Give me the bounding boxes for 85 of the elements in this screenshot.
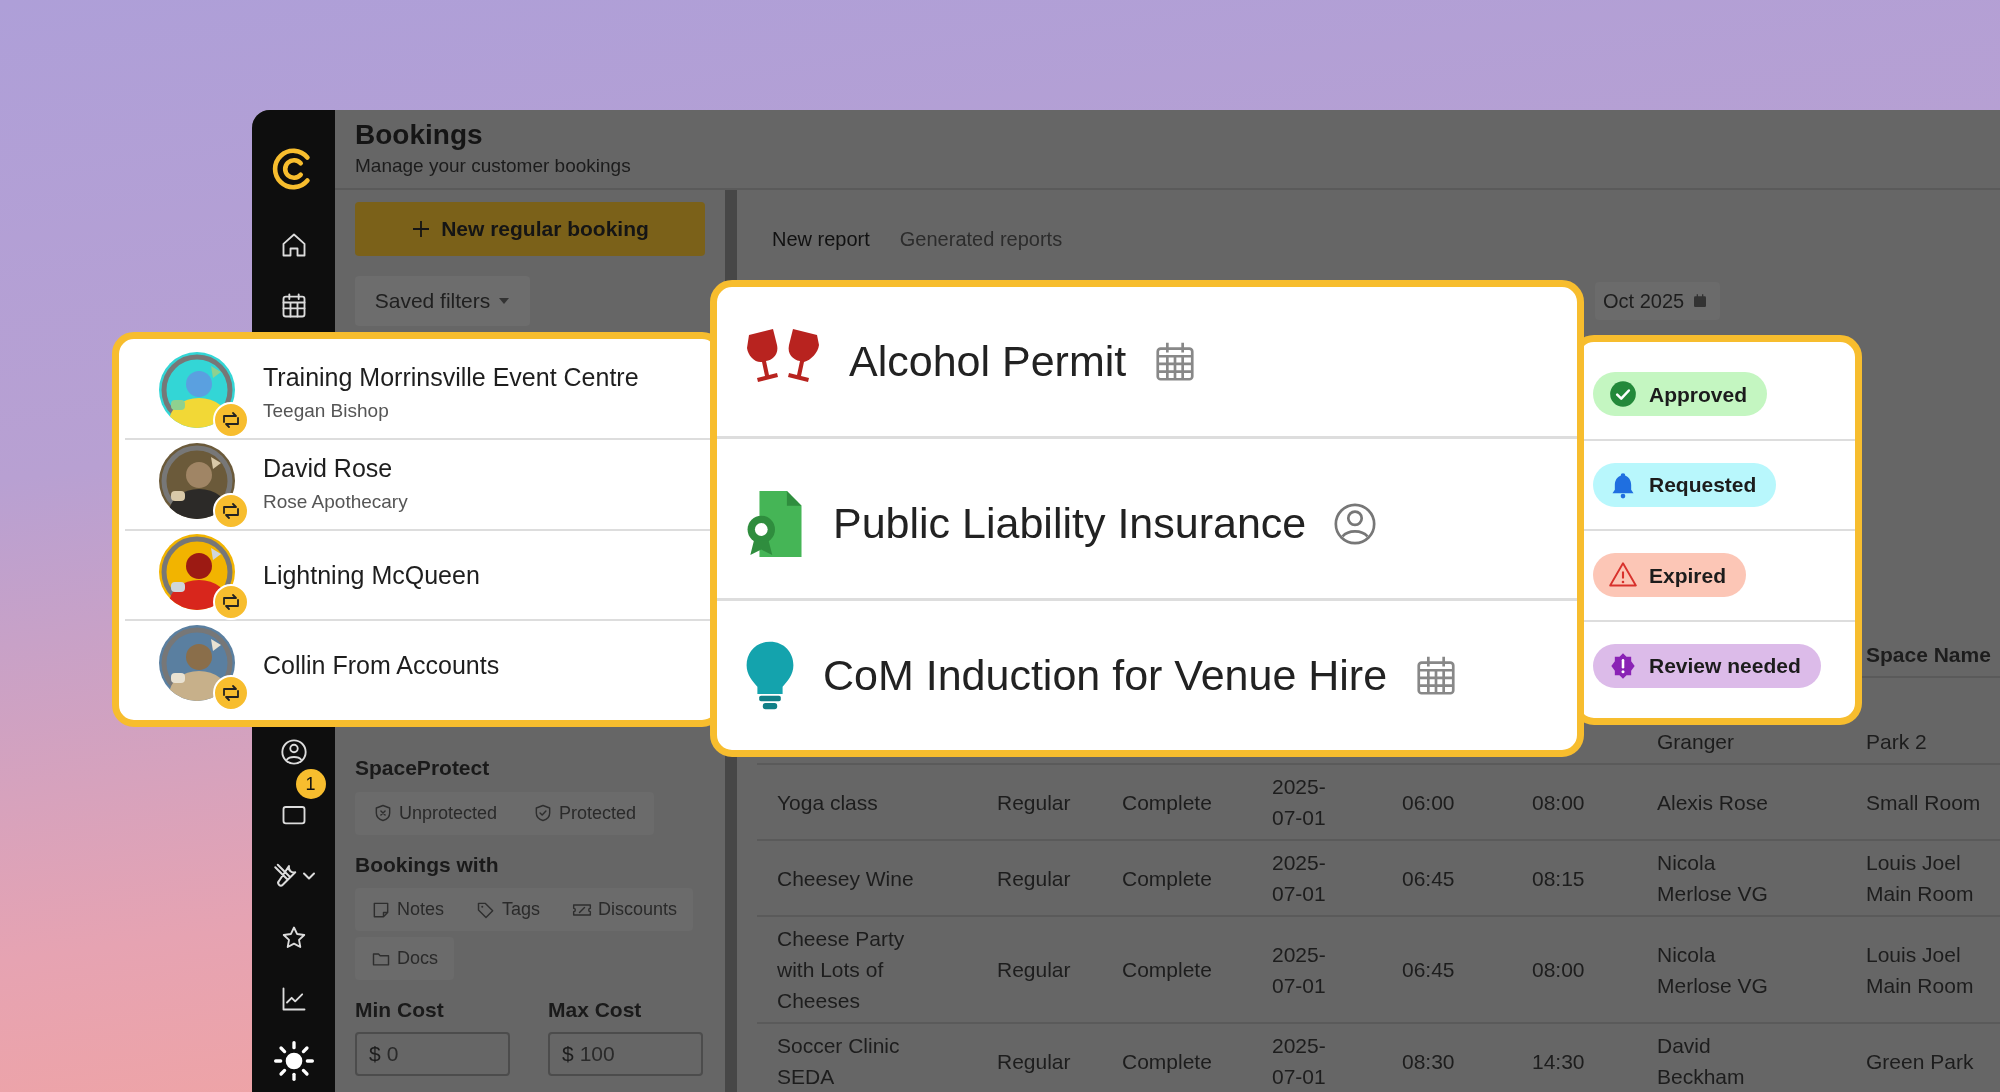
cost-field[interactable]: $ 0	[355, 1031, 510, 1076]
report-tab[interactable]: Generated reports	[899, 220, 1063, 259]
requirement-title: Public Liability Insurance	[833, 498, 1307, 550]
notification-badge: 1	[295, 769, 326, 800]
table-cell-text: Complete	[1122, 1048, 1212, 1075]
section-label: SpaceProtect	[355, 755, 491, 782]
filter-option[interactable]: Unprotected	[355, 791, 516, 835]
check-circle-icon	[1609, 380, 1637, 409]
table-cell-text: Louis Joel Main Room	[1866, 850, 1975, 908]
table-cell-text: Complete	[1122, 865, 1212, 892]
new-booking-button[interactable]: New regular booking	[355, 202, 705, 257]
table-cell-text: 2025-07-01	[1272, 774, 1327, 832]
currency-symbol: $	[369, 1040, 381, 1067]
table-cell-text: Complete	[1122, 957, 1212, 984]
requirement-title: Alcohol Permit	[849, 336, 1127, 388]
contact-subtitle: Teegan Bishop	[263, 399, 390, 424]
contact-name: Collin From Accounts	[263, 650, 500, 682]
alert-badge-icon	[1609, 651, 1637, 680]
table-cell-text: 08:15	[1532, 865, 1585, 892]
filter-option[interactable]: Protected	[515, 791, 655, 835]
repeat-icon	[213, 402, 249, 439]
requirement-title: CoM Induction for Venue Hire	[823, 650, 1388, 702]
cost-input[interactable]: 100	[579, 1037, 680, 1070]
table-cell-text: Green Park	[1866, 1048, 1974, 1075]
repeat-icon	[213, 674, 249, 711]
table-cell-text: Regular	[997, 1048, 1071, 1075]
repeat-icon	[213, 583, 249, 620]
report-tab[interactable]: New report	[772, 220, 870, 259]
contact-name: Training Morrinsville Event Centre	[263, 361, 639, 393]
page-subtitle: Manage your customer bookings	[355, 153, 632, 178]
filter-option[interactable]: Tags	[460, 888, 557, 932]
contact-name: David Rose	[263, 452, 394, 484]
table-cell-text: 2025-07-01	[1272, 941, 1327, 999]
table-cell-text: 2025-07-01	[1272, 850, 1327, 908]
currency-symbol: $	[562, 1040, 574, 1067]
section-label: Bookings with	[355, 851, 500, 878]
calendar-icon	[1692, 293, 1709, 310]
table-cell-text: Granger	[1657, 729, 1735, 756]
table-cell-text: Soccer Clinic SEDA	[777, 1033, 901, 1091]
date-value: Oct 2025	[1603, 289, 1685, 315]
filter-option[interactable]: Docs	[355, 937, 454, 981]
table-cell-text: Complete	[1122, 789, 1212, 816]
user-circle-icon[interactable]	[279, 738, 308, 767]
table-cell-text: Regular	[997, 957, 1071, 984]
table-cell-text: David Beckham	[1657, 1033, 1746, 1091]
field-label: Min Cost	[355, 997, 445, 1024]
filter-option[interactable]: Discounts	[556, 888, 694, 932]
caret-icon	[498, 297, 511, 306]
page-title: Bookings	[355, 118, 484, 152]
table-cell-text: Regular	[997, 789, 1071, 816]
status-badge: Review needed	[1593, 643, 1821, 688]
date-field[interactable]: Oct 2025	[1595, 282, 1720, 321]
column-header: Space Name	[1866, 643, 1991, 667]
filter-option[interactable]: Notes	[355, 888, 461, 932]
plus-icon	[411, 219, 432, 240]
table-cell-text: Cheesey Wine	[777, 865, 914, 892]
sun-icon[interactable]	[273, 1041, 314, 1082]
field-label: Max Cost	[548, 997, 643, 1024]
table-cell-text: 08:00	[1532, 957, 1585, 984]
table-cell-text: 08:30	[1402, 1048, 1455, 1075]
table-cell-text: 06:45	[1402, 865, 1455, 892]
table-cell-text: 06:00	[1402, 789, 1455, 816]
shield-x-icon	[373, 803, 393, 824]
cost-input[interactable]: 0	[386, 1037, 487, 1070]
table-cell-text: Nicola Merlose VG	[1657, 941, 1769, 999]
saved-filters-dropdown[interactable]: Saved filters	[355, 276, 530, 327]
table-cell-text: Regular	[997, 865, 1071, 892]
table-cell-text: 06:45	[1402, 957, 1455, 984]
status-badge: Requested	[1593, 462, 1777, 507]
status-badge: Approved	[1593, 372, 1767, 417]
table-cell-text: Cheese Party with Lots of Cheeses	[777, 926, 906, 1015]
table-cell-text: 2025-07-01	[1272, 1033, 1327, 1091]
status-badge: Expired	[1593, 553, 1747, 598]
table-cell-text: Park 2	[1866, 729, 1927, 756]
repeat-icon	[213, 493, 249, 530]
table-cell-text: Alexis Rose	[1657, 789, 1768, 816]
table-cell-text: 14:30	[1532, 1048, 1585, 1075]
contact-name: Lightning McQueen	[263, 559, 480, 591]
cost-field[interactable]: $ 100	[548, 1031, 703, 1076]
table-cell-text: Louis Joel Main Room	[1866, 941, 1975, 999]
table-cell-text: Small Room	[1866, 789, 1981, 816]
contact-subtitle: Rose Apothecary	[263, 490, 408, 515]
table-cell-text: Nicola Merlose VG	[1657, 850, 1769, 908]
table-cell-text: 08:00	[1532, 789, 1585, 816]
table-cell-text: Yoga class	[777, 789, 878, 816]
